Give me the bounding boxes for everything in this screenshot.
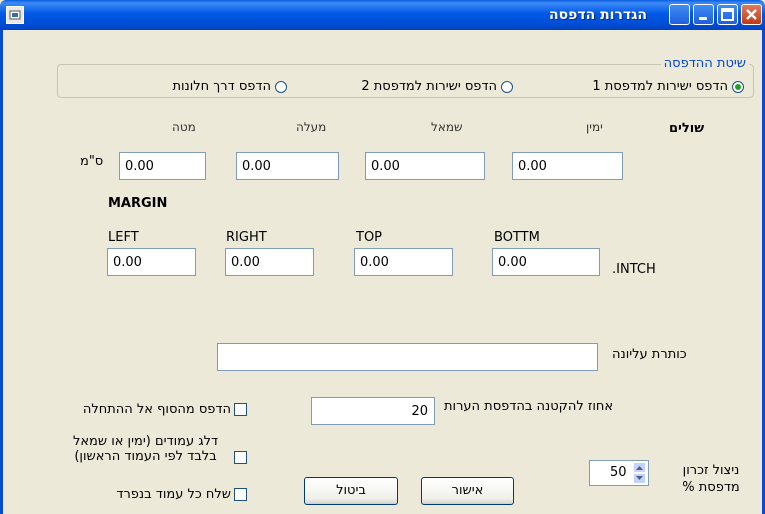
radio-label: הדפס ישירות למדפסת 2: [361, 79, 497, 94]
checkbox-label: דלג עמודים (ימין או שמאל בלבד לפי העמוד …: [72, 434, 219, 464]
window-border-left: [0, 30, 3, 514]
radio-label: הדפס ישירות למדפסת 1: [592, 79, 728, 94]
checkbox-icon[interactable]: [234, 403, 247, 416]
checkbox-send-separately[interactable]: שלח כל עמוד בנפרד: [80, 487, 247, 502]
checkbox-label: הדפס מהסוף אל ההתחלה: [82, 402, 231, 417]
radio-printer-2[interactable]: הדפס ישירות למדפסת 2: [361, 79, 513, 94]
checkbox-reverse-order[interactable]: הדפס מהסוף אל ההתחלה: [57, 402, 247, 417]
margin-cm-right-input[interactable]: 0.00: [512, 152, 623, 180]
window-title: הגדרות הדפסה: [549, 7, 647, 23]
margin-cm-bottom-header: מטה: [172, 120, 196, 134]
margin-inch-label: MARGIN: [108, 196, 168, 211]
help-icon[interactable]: [669, 4, 690, 25]
radio-windows[interactable]: הדפס דרך חלונות: [172, 79, 287, 94]
title-bar[interactable]: [0, 0, 765, 30]
spin-down-icon[interactable]: [633, 473, 646, 484]
radio-printer-1[interactable]: הדפס ישירות למדפסת 1: [592, 79, 744, 94]
margin-inch-top-header: TOP: [356, 230, 383, 245]
radio-selected-icon[interactable]: [732, 80, 744, 93]
margin-cm-bottom-input[interactable]: 0.00: [119, 152, 206, 180]
margin-cm-right-header: ימין: [586, 120, 603, 134]
inch-unit-label: .INTCH: [612, 262, 656, 277]
checkbox-icon[interactable]: [234, 488, 247, 501]
spin-up-icon[interactable]: [633, 462, 646, 473]
close-icon[interactable]: [741, 4, 762, 25]
checkbox-icon[interactable]: [234, 451, 247, 464]
margin-inch-right-input[interactable]: 0.00: [225, 248, 314, 276]
cm-unit-label: ס"מ: [80, 154, 104, 169]
comment-shrink-input[interactable]: 20: [311, 397, 435, 425]
margin-cm-top-input[interactable]: 0.00: [236, 152, 339, 180]
minimize-icon[interactable]: [693, 4, 714, 25]
margin-cm-left-input[interactable]: 0.00: [365, 152, 485, 180]
checkbox-skip-pages[interactable]: דלג עמודים (ימין או שמאל בלבד לפי העמוד …: [60, 434, 247, 464]
margin-inch-left-input[interactable]: 0.00: [107, 248, 196, 276]
margins-cm-label: שולים: [669, 121, 705, 136]
memory-usage-value[interactable]: 50: [610, 465, 627, 480]
maximize-icon[interactable]: [717, 4, 738, 25]
header-text-label: כותרת עליונה: [612, 347, 687, 362]
margin-inch-bottom-input[interactable]: 0.00: [492, 248, 600, 276]
margin-cm-left-header: שמאל: [431, 120, 463, 134]
radio-icon[interactable]: [275, 80, 287, 93]
memory-usage-label: ניצול זכרון מדפסת %: [682, 463, 740, 495]
checkbox-label: שלח כל עמוד בנפרד: [116, 487, 231, 502]
ok-button[interactable]: אישור: [421, 477, 514, 505]
margin-inch-right-header: RIGHT: [226, 230, 267, 245]
print-method-title: שיטת ההדפסה: [660, 56, 749, 71]
app-icon[interactable]: [6, 6, 24, 24]
margin-inch-top-input[interactable]: 0.00: [354, 248, 453, 276]
radio-icon[interactable]: [501, 80, 513, 93]
margin-inch-left-header: LEFT: [108, 230, 139, 245]
margin-cm-top-header: מעלה: [296, 120, 327, 134]
radio-label: הדפס דרך חלונות: [172, 79, 271, 94]
comment-shrink-label: אחוז להקטנה בהדפסת הערות: [444, 399, 614, 414]
memory-usage-stepper[interactable]: 50: [589, 460, 649, 486]
margin-inch-bottom-header: BOTTM: [494, 230, 540, 245]
header-text-input[interactable]: [217, 343, 598, 371]
cancel-button[interactable]: ביטול: [304, 477, 398, 505]
